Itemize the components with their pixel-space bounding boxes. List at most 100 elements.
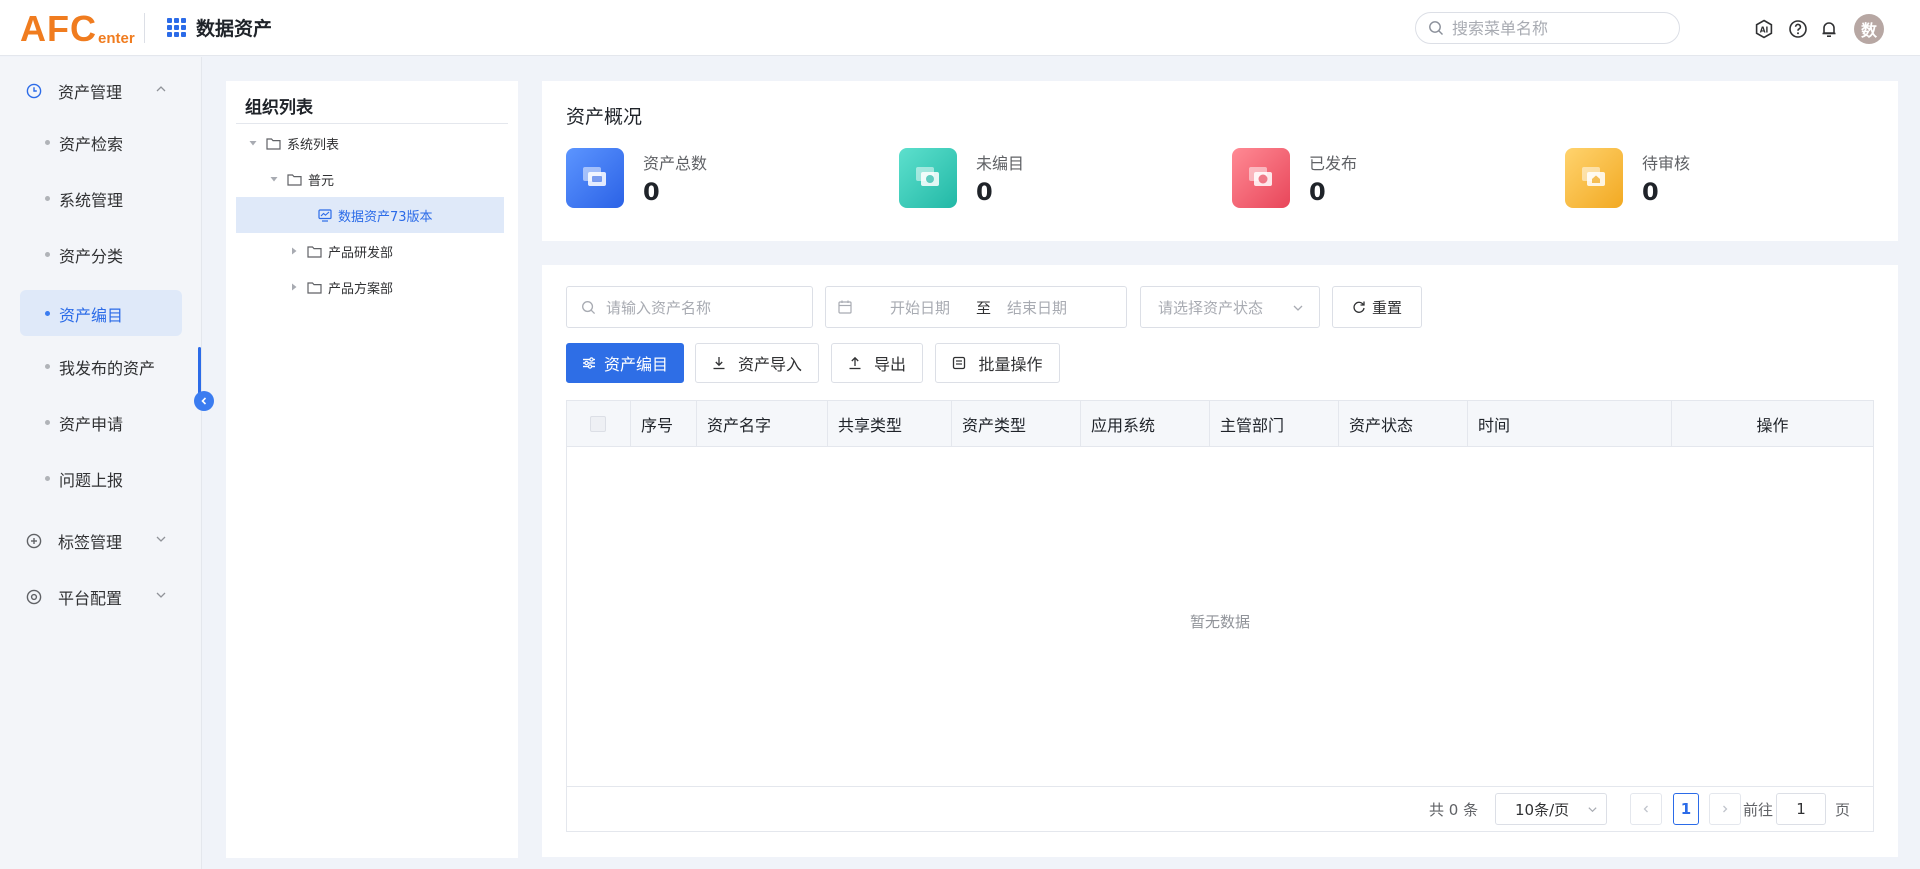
export-button[interactable]: 导出 xyxy=(831,343,923,383)
bullet-dot xyxy=(45,252,50,257)
caret-down-icon[interactable] xyxy=(248,138,258,148)
chevron-right-icon xyxy=(1723,805,1728,813)
sidebar-collapse-button[interactable] xyxy=(194,391,214,411)
import-button[interactable]: 资产导入 xyxy=(695,343,819,383)
sidebar-item-label: 资产检索 xyxy=(59,135,124,154)
menu-search-box[interactable] xyxy=(1415,12,1680,44)
range-separator: 至 xyxy=(976,298,992,317)
monitor-icon xyxy=(583,167,606,186)
chevron-down-icon xyxy=(1588,807,1597,813)
sidebar: 资产管理 资产检索 系统管理 资产分类 资产编目 我发布的资产 资产申请 问题上… xyxy=(0,57,202,869)
asset-name-placeholder: 请输入资产名称 xyxy=(606,298,712,317)
col-index: 序号 xyxy=(631,401,697,446)
folder-icon xyxy=(287,173,302,186)
folder-icon xyxy=(266,137,281,150)
pie-chart-icon xyxy=(916,167,939,186)
catalog-label: 资产编目 xyxy=(603,355,668,374)
goto-page-input[interactable] xyxy=(1776,793,1826,825)
end-date-placeholder[interactable]: 结束日期 xyxy=(1007,297,1067,318)
stat-value: 0 xyxy=(976,178,993,206)
refresh-icon xyxy=(1353,301,1365,313)
folder-icon xyxy=(307,281,322,294)
user-avatar[interactable]: 数 xyxy=(1854,14,1884,44)
monitor-chart-icon xyxy=(318,208,332,222)
sidebar-item-asset-cataloging[interactable]: 资产编目 xyxy=(20,290,182,336)
stat-total-assets: 资产总数 0 xyxy=(566,148,846,210)
stat-tile xyxy=(1565,148,1623,208)
menu-group-label: 标签管理 xyxy=(58,533,123,552)
tree-node-product-solution[interactable]: 产品方案部 xyxy=(289,269,393,305)
menu-search-input[interactable] xyxy=(1452,18,1662,38)
sidebar-item-label: 问题上报 xyxy=(59,471,124,490)
page-number-current[interactable]: 1 xyxy=(1673,793,1699,825)
sidebar-item-label: 系统管理 xyxy=(59,191,124,210)
prev-page-button[interactable] xyxy=(1630,793,1662,825)
asset-status-select[interactable]: 请选择资产状态 xyxy=(1140,286,1320,328)
tree-node-product-rnd[interactable]: 产品研发部 xyxy=(289,233,393,269)
start-date-placeholder[interactable]: 开始日期 xyxy=(890,297,950,318)
batch-icon xyxy=(953,356,966,370)
logo-sub-text: enter xyxy=(98,30,135,47)
app-title[interactable]: 数据资产 xyxy=(167,14,272,41)
clock-icon xyxy=(26,83,42,99)
bullet-dot xyxy=(45,311,50,316)
stat-tile xyxy=(899,148,957,208)
ai-icon[interactable]: AI xyxy=(1754,19,1774,39)
col-asset-type: 资产类型 xyxy=(952,401,1081,446)
tree-node-system-list[interactable]: 系统列表 xyxy=(248,125,339,161)
stat-value: 0 xyxy=(1642,178,1659,206)
col-share-type: 共享类型 xyxy=(828,401,952,446)
asset-name-search[interactable]: 请输入资产名称 xyxy=(566,286,813,328)
next-page-button[interactable] xyxy=(1709,793,1741,825)
sidebar-item-asset-classification[interactable]: 资产分类 xyxy=(20,231,182,277)
menu-group-asset-management[interactable]: 资产管理 xyxy=(0,70,200,110)
col-asset-status: 资产状态 xyxy=(1339,401,1468,446)
stat-value: 0 xyxy=(1309,178,1326,206)
asset-table: 序号 资产名字 共享类型 资产类型 应用系统 主管部门 资产状态 时间 操作 暂… xyxy=(566,400,1874,832)
date-range-picker[interactable]: 开始日期 至 结束日期 xyxy=(825,286,1127,328)
afcenter-logo[interactable]: AFC enter xyxy=(20,8,135,48)
tree-node-data-asset-73[interactable]: 数据资产73版本 xyxy=(236,197,504,233)
stat-label: 资产总数 xyxy=(643,154,708,173)
sidebar-item-my-published-assets[interactable]: 我发布的资产 xyxy=(20,343,182,389)
sidebar-item-asset-search[interactable]: 资产检索 xyxy=(20,119,182,165)
divider xyxy=(236,123,508,124)
page-size-select[interactable]: 10条/页 xyxy=(1495,793,1607,825)
goto-suffix: 页 xyxy=(1835,801,1851,819)
folder-icon xyxy=(307,245,322,258)
sidebar-item-system-management[interactable]: 系统管理 xyxy=(20,175,182,221)
menu-group-platform-config[interactable]: 平台配置 xyxy=(0,576,200,616)
batch-operation-button[interactable]: 批量操作 xyxy=(935,343,1060,383)
yuan-icon xyxy=(1249,167,1272,186)
empty-state-text: 暂无数据 xyxy=(1189,613,1250,631)
org-tree-panel: 组织列表 系统列表 普元 数据资产73版本 产品研发部 产品方案部 xyxy=(226,81,518,858)
caret-right-icon[interactable] xyxy=(289,282,299,292)
chevron-down-icon xyxy=(1293,305,1303,311)
sidebar-item-asset-application[interactable]: 资产申请 xyxy=(20,399,182,445)
caret-down-icon[interactable] xyxy=(269,174,279,184)
svg-text:AI: AI xyxy=(1760,25,1769,34)
chevron-down-icon xyxy=(156,592,166,598)
select-all-checkbox[interactable] xyxy=(590,416,606,432)
top-header: AFC enter 数据资产 AI 数 xyxy=(0,0,1920,56)
menu-group-label: 平台配置 xyxy=(58,589,123,608)
chevron-down-icon xyxy=(156,536,166,542)
col-asset-name: 资产名字 xyxy=(697,401,828,446)
help-icon[interactable] xyxy=(1788,19,1808,39)
plus-circle-icon xyxy=(26,533,42,549)
active-indicator xyxy=(198,347,201,397)
search-icon xyxy=(582,300,596,314)
tree-node-label: 系统列表 xyxy=(287,137,340,153)
catalog-button[interactable]: 资产编目 xyxy=(566,343,684,383)
bullet-dot xyxy=(45,420,50,425)
stat-published: 已发布 0 xyxy=(1232,148,1512,210)
status-placeholder: 请选择资产状态 xyxy=(1158,298,1264,317)
col-department: 主管部门 xyxy=(1210,401,1339,446)
caret-right-icon[interactable] xyxy=(289,246,299,256)
bell-icon[interactable] xyxy=(1819,19,1839,39)
tree-node-puyuan[interactable]: 普元 xyxy=(269,161,334,197)
reset-button[interactable]: 重置 xyxy=(1332,286,1422,328)
sidebar-item-issue-report[interactable]: 问题上报 xyxy=(20,455,182,501)
menu-group-tag-management[interactable]: 标签管理 xyxy=(0,520,200,560)
sidebar-item-label: 我发布的资产 xyxy=(59,359,156,378)
